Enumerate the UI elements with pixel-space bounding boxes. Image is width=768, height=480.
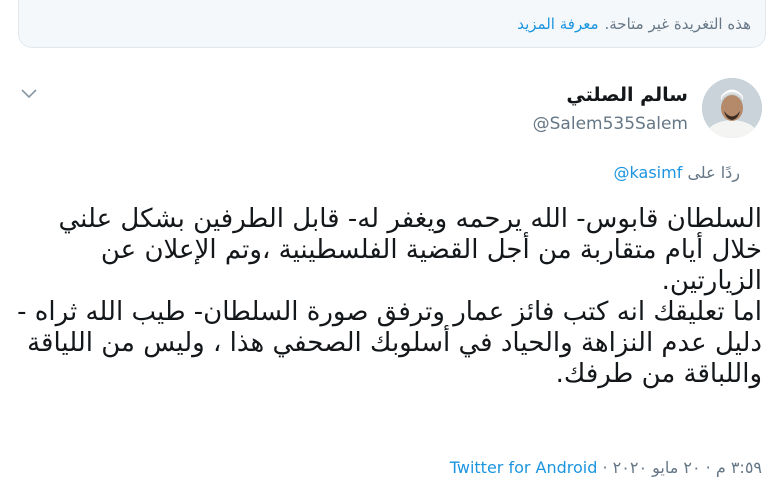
- avatar[interactable]: [702, 78, 762, 138]
- replying-to-line: ردًا على @kasimf: [614, 163, 740, 182]
- tweet-page: هذه التغريدة غير متاحة. معرفة المزيد سال…: [0, 0, 768, 480]
- tweet-timestamp[interactable]: ٣:٥٩ م · ٢٠ مايو ٢٠٢٠ ·: [603, 458, 763, 477]
- notice-text: هذه التغريدة غير متاحة.: [604, 14, 752, 33]
- chevron-down-icon[interactable]: [20, 86, 38, 100]
- tweet-source[interactable]: Twitter for Android: [450, 458, 598, 477]
- tweet-meta: ٣:٥٩ م · ٢٠ مايو ٢٠٢٠ · Twitter for Andr…: [450, 458, 762, 477]
- tweet-text: السلطان قابوس- الله يرحمه ويغفر له- قابل…: [17, 204, 762, 389]
- replying-prefix: ردًا على: [687, 163, 740, 182]
- replying-to-mention[interactable]: @kasimf: [614, 163, 683, 182]
- learn-more-link[interactable]: معرفة المزيد: [517, 15, 598, 33]
- avatar-image: [702, 78, 762, 138]
- tweet-unavailable-notice: هذه التغريدة غير متاحة. معرفة المزيد: [18, 0, 766, 48]
- user-handle[interactable]: @Salem535Salem: [533, 114, 688, 134]
- display-name[interactable]: سالم الصلتي: [566, 84, 688, 106]
